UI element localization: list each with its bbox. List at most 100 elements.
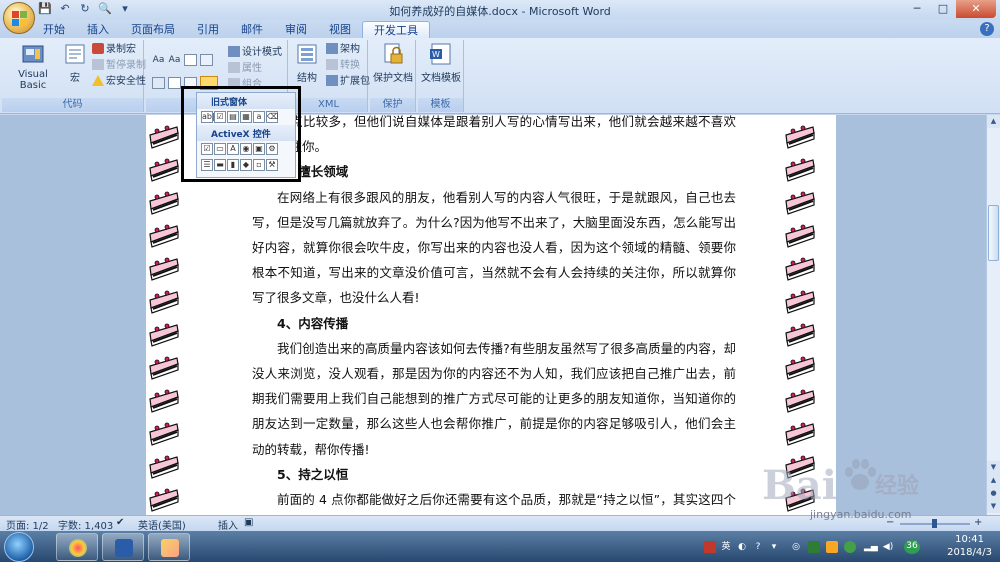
tab-mailings[interactable]: 邮件 xyxy=(230,21,274,38)
picture-control-icon[interactable] xyxy=(184,54,197,66)
ime-menu-icon[interactable]: ▾ xyxy=(768,541,780,553)
insert-mode[interactable]: 插入 xyxy=(218,517,238,532)
scroll-down-icon[interactable]: ▼ xyxy=(987,461,1000,474)
tray-app-icon-3[interactable] xyxy=(826,541,838,553)
date-picker-control-icon[interactable] xyxy=(168,77,181,89)
macro-recording-icon[interactable]: ▣ xyxy=(244,517,253,528)
properties-button[interactable]: 属性 xyxy=(228,62,262,76)
taskbar-paint[interactable] xyxy=(148,533,190,561)
paragraph-4: 我们创造出来的高质量内容该如何去传播?有些朋友虽然写了很多高质量的内容，却没人来… xyxy=(252,340,736,457)
visual-basic-label: Visual Basic xyxy=(18,69,48,91)
page-count[interactable]: 页面: 1/2 xyxy=(6,517,49,532)
expansion-pack-button[interactable]: 扩展包 xyxy=(326,75,370,89)
close-button[interactable]: ✕ xyxy=(956,0,996,18)
border-cake-icon xyxy=(783,484,817,512)
paint-icon xyxy=(161,539,179,557)
tray-app-icon-2[interactable] xyxy=(808,541,820,553)
plain-text-control-icon[interactable]: Aa xyxy=(168,54,181,66)
maximize-button[interactable]: □ xyxy=(930,0,956,18)
clock-date: 2018/4/3 xyxy=(947,547,992,558)
proofing-icon[interactable]: ✔ xyxy=(116,517,124,528)
minimize-button[interactable]: ─ xyxy=(904,0,930,18)
rich-text-control-icon[interactable]: Aa xyxy=(152,54,165,66)
paragraph-5: 前面的 4 点你都能做好之后你还需要有这个品质，那就是“持之以恒”，其实这四个字… xyxy=(277,492,736,508)
heading-3: 3、擅长领域 xyxy=(277,164,349,180)
system-tray: 英 ◐ ? ▾ ◎ ▂▄ ◀) 36 10:41 2018/4/3 xyxy=(700,531,1000,562)
border-cake-icon xyxy=(783,319,817,347)
protect-group: 保护文档 保护 xyxy=(370,40,416,112)
volume-icon[interactable]: ◀) xyxy=(882,541,894,553)
pause-recording-icon xyxy=(92,59,104,70)
protect-group-label: 保护 xyxy=(370,98,415,112)
tab-insert[interactable]: 插入 xyxy=(76,21,120,38)
taskbar-app-1[interactable] xyxy=(56,533,98,561)
zoom-out-icon[interactable]: − xyxy=(886,517,894,528)
tray-app-icon-4[interactable] xyxy=(844,541,856,553)
office-button[interactable] xyxy=(3,2,35,34)
border-cake-icon xyxy=(783,451,817,479)
taskbar-word[interactable] xyxy=(102,533,144,561)
schema-button[interactable]: 架构 xyxy=(326,43,360,57)
left-page-border xyxy=(146,115,182,515)
help-icon[interactable]: ? xyxy=(980,22,994,36)
structure-button[interactable]: 结构 xyxy=(292,42,322,84)
border-cake-icon xyxy=(783,187,817,215)
scroll-thumb[interactable] xyxy=(988,205,999,261)
transform-button[interactable]: 转换 xyxy=(326,59,360,73)
visual-basic-button[interactable]: Visual Basic xyxy=(6,42,60,91)
document-area: 的兴趣点比较多，但他们说自媒体是跟着别人写的心情写出来，他们就会越来越不喜欢看，… xyxy=(0,115,986,515)
xml-group: 结构 架构 转换 扩展包 XML xyxy=(290,40,370,112)
word-count[interactable]: 字数: 1,403 xyxy=(58,517,113,532)
protect-document-label: 保护文档 xyxy=(373,73,413,84)
tab-developer[interactable]: 开发工具 xyxy=(362,21,430,38)
browse-object-icon[interactable]: ● xyxy=(987,487,1000,500)
visual-basic-icon xyxy=(22,45,44,63)
document-template-button[interactable]: W 文档模板 xyxy=(420,42,462,84)
ime-indicator[interactable]: 英 xyxy=(720,541,732,553)
xml-group-label: XML xyxy=(290,98,367,112)
network-icon[interactable]: ▂▄ xyxy=(864,541,878,553)
language-status[interactable]: 英语(美国) xyxy=(138,517,186,532)
protect-document-button[interactable]: 保护文档 xyxy=(372,42,414,84)
border-cake-icon xyxy=(147,253,181,281)
tab-references[interactable]: 引用 xyxy=(186,21,230,38)
tab-review[interactable]: 审阅 xyxy=(274,21,318,38)
macros-button[interactable]: 宏 xyxy=(60,42,90,84)
macro-security-button[interactable]: 宏安全性 xyxy=(92,75,146,89)
clock-time: 10:41 xyxy=(955,534,984,545)
border-cake-icon xyxy=(783,352,817,380)
scroll-up-icon[interactable]: ▲ xyxy=(987,115,1000,128)
ime-mode-icon[interactable]: ◐ xyxy=(736,541,748,553)
highlight-frame xyxy=(181,86,301,182)
design-mode-button[interactable]: 设计模式 xyxy=(228,46,282,60)
zoom-in-icon[interactable]: + xyxy=(974,517,982,528)
next-page-icon[interactable]: ▼ xyxy=(987,500,1000,513)
drop-down-control-icon[interactable] xyxy=(152,77,165,89)
record-macro-button[interactable]: 录制宏 xyxy=(92,43,136,57)
tray-app-icon-1[interactable]: ◎ xyxy=(790,541,802,553)
start-button[interactable] xyxy=(4,532,34,562)
tab-view[interactable]: 视图 xyxy=(318,21,362,38)
pause-recording-label: 暂停录制 xyxy=(106,60,146,71)
media-app-icon xyxy=(69,539,87,557)
border-cake-icon xyxy=(783,418,817,446)
zoom-slider-thumb[interactable] xyxy=(932,519,937,528)
tray-red-icon[interactable] xyxy=(704,541,716,553)
templates-group-label: 模板 xyxy=(418,98,463,112)
previous-page-icon[interactable]: ▲ xyxy=(987,474,1000,487)
heading-4: 4、内容传播 xyxy=(277,315,349,331)
word-template-icon: W xyxy=(430,43,451,65)
transform-icon xyxy=(326,59,338,70)
document-body[interactable]: 的兴趣点比较多，但他们说自媒体是跟着别人写的心情写出来，他们就会越来越不喜欢看，… xyxy=(252,115,736,515)
clock[interactable]: 10:41 2018/4/3 xyxy=(947,533,992,559)
combo-box-control-icon[interactable] xyxy=(200,54,213,66)
ime-help-icon[interactable]: ? xyxy=(752,541,764,553)
pause-recording-button[interactable]: 暂停录制 xyxy=(92,59,146,73)
transform-label: 转换 xyxy=(340,60,360,71)
badge-count[interactable]: 36 xyxy=(904,540,920,554)
tab-home[interactable]: 开始 xyxy=(32,21,76,38)
border-cake-icon xyxy=(147,418,181,446)
templates-group: W 文档模板 模板 xyxy=(418,40,464,112)
tab-page-layout[interactable]: 页面布局 xyxy=(120,21,186,38)
vertical-scrollbar[interactable]: ▲ ▼ ▲ ● ▼ xyxy=(986,115,1000,515)
